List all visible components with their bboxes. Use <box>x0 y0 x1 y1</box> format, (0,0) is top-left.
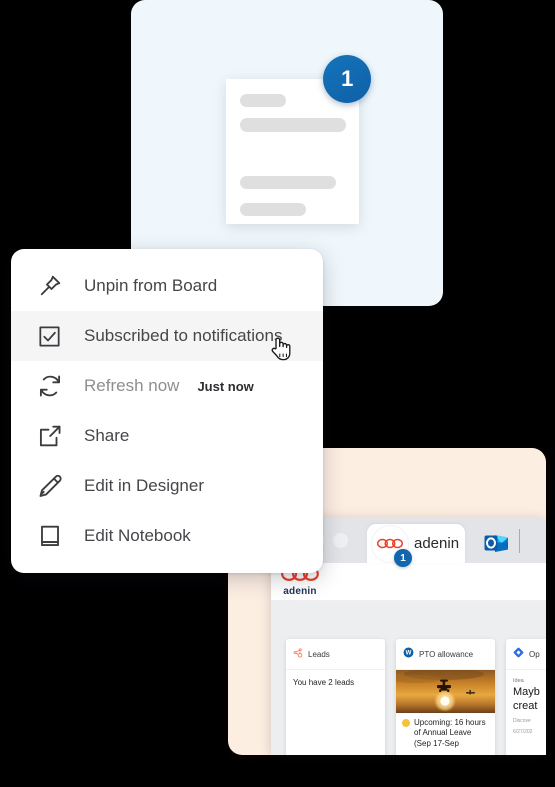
menu-item-label: Unpin from Board <box>84 276 218 295</box>
widget-card-kicker: Idea <box>513 678 524 684</box>
svg-text:W: W <box>406 651 412 657</box>
widget-card-title: Op <box>529 649 540 659</box>
menu-item-subscribed-to-notifications[interactable]: Subscribed to notifications <box>11 311 323 361</box>
tab-divider <box>519 529 520 553</box>
screenshot-stage: 1 adenin 1 adenin Leads You have 2 leads… <box>0 0 555 787</box>
menu-item-label: Edit Notebook <box>84 526 191 545</box>
doc-placeholder-line <box>240 118 346 132</box>
outlook-icon[interactable] <box>482 529 512 557</box>
brand-name: adenin <box>283 586 317 597</box>
widget-card-title: Leads <box>308 649 330 659</box>
menu-item-label: Refresh now <box>84 376 180 395</box>
hubspot-icon <box>293 645 303 663</box>
widget-board: Leads You have 2 leads W PTO allowance U… <box>271 601 546 755</box>
notification-count-badge: 1 <box>323 55 371 103</box>
widget-card-header: Leads <box>286 639 385 670</box>
widget-card-opportunity[interactable]: Op Idea Mayb creat Discove 6/27/202 <box>506 639 546 755</box>
airplane-sunset-photo <box>396 670 495 713</box>
menu-item-share[interactable]: Share <box>11 411 323 461</box>
tab-notification-badge: 1 <box>394 549 412 567</box>
widget-card-pto-allowance[interactable]: W PTO allowance Upcoming: 16 hours of An… <box>396 639 495 755</box>
refresh-icon <box>37 373 67 399</box>
window-control-dot[interactable] <box>333 533 348 548</box>
share-external-link-icon <box>37 423 67 449</box>
widget-card-text: Upcoming: 16 hours of Annual Leave (Sep … <box>414 718 486 748</box>
widget-card-meta-source: Discove <box>513 717 531 724</box>
widget-card-leads[interactable]: Leads You have 2 leads <box>286 639 385 755</box>
workday-icon: W <box>403 645 414 663</box>
widget-card-title: PTO allowance <box>419 649 474 659</box>
doc-placeholder-line <box>240 203 306 216</box>
widget-card-headline-line2: creat <box>513 699 538 712</box>
widget-card-headline-line1: Mayb <box>513 686 540 698</box>
menu-item-edit-notebook[interactable]: Edit Notebook <box>11 511 323 561</box>
widget-card-body: You have 2 leads <box>286 670 385 697</box>
widget-card-text: You have 2 leads <box>293 678 355 687</box>
doc-placeholder-line <box>240 94 286 107</box>
pin-icon <box>37 273 67 299</box>
status-dot-icon <box>402 719 410 727</box>
tab-adenin[interactable]: adenin <box>367 524 465 563</box>
menu-item-label: Subscribed to notifications <box>84 326 283 345</box>
widget-card-header: W PTO allowance <box>396 639 495 670</box>
checkbox-checked-icon[interactable] <box>37 324 67 349</box>
doc-placeholder-line <box>240 176 336 189</box>
widget-context-menu[interactable]: Unpin from Board Subscribed to notificat… <box>11 249 323 573</box>
menu-item-refresh-now[interactable]: Refresh now Just now <box>11 361 323 411</box>
book-icon <box>37 523 67 549</box>
widget-card-header: Op <box>506 639 546 670</box>
widget-card-body: Idea Mayb creat Discove 6/27/202 <box>506 670 546 745</box>
tab-label: adenin <box>414 535 460 552</box>
menu-item-label: Share <box>84 426 130 445</box>
menu-item-timestamp: Just now <box>197 378 254 394</box>
menu-item-unpin-from-board[interactable]: Unpin from Board <box>11 261 323 311</box>
pencil-icon <box>37 473 67 499</box>
widget-card-meta-date: 6/27/202 <box>513 729 533 735</box>
menu-item-label: Edit in Designer <box>84 476 205 495</box>
widget-card-status: Upcoming: 16 hours of Annual Leave (Sep … <box>396 713 495 749</box>
jira-icon <box>513 645 524 663</box>
menu-item-edit-in-designer[interactable]: Edit in Designer <box>11 461 323 511</box>
